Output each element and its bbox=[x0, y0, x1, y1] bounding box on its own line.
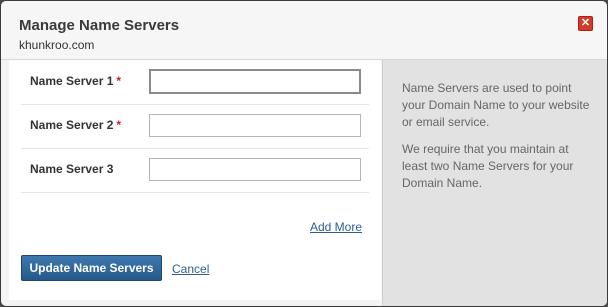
required-marker: * bbox=[116, 74, 122, 88]
cancel-link[interactable]: Cancel bbox=[172, 262, 209, 276]
name-server-2-label: Name Server 2 * bbox=[30, 118, 122, 132]
name-server-row-3: Name Server 3 bbox=[21, 148, 369, 193]
name-server-1-label: Name Server 1 * bbox=[30, 74, 122, 88]
name-server-1-input[interactable] bbox=[149, 69, 361, 94]
name-server-row-1: Name Server 1 * bbox=[21, 60, 369, 105]
dialog-header: Manage Name Servers khunkroo.com ✕ bbox=[1, 1, 607, 60]
name-server-row-2: Name Server 2 * bbox=[21, 104, 369, 149]
name-server-2-input[interactable] bbox=[149, 114, 361, 137]
domain-name: khunkroo.com bbox=[19, 38, 95, 52]
help-text-1: Name Servers are used to point your Doma… bbox=[402, 81, 590, 129]
add-more-link[interactable]: Add More bbox=[310, 220, 362, 234]
name-server-3-label: Name Server 3 bbox=[30, 162, 114, 176]
help-panel: Name Servers are used to point your Doma… bbox=[382, 60, 607, 306]
help-text-2: We require that you maintain at least tw… bbox=[402, 142, 574, 190]
close-icon[interactable]: ✕ bbox=[578, 16, 593, 31]
required-marker: * bbox=[116, 118, 122, 132]
manage-name-servers-dialog: Manage Name Servers khunkroo.com ✕ Name … bbox=[0, 0, 608, 307]
update-name-servers-button[interactable]: Update Name Servers bbox=[21, 255, 162, 281]
form-panel: Name Server 1 * Name Server 2 * Name Serve… bbox=[9, 60, 381, 300]
dialog-title: Manage Name Servers bbox=[19, 17, 180, 34]
name-server-3-input[interactable] bbox=[149, 158, 361, 181]
